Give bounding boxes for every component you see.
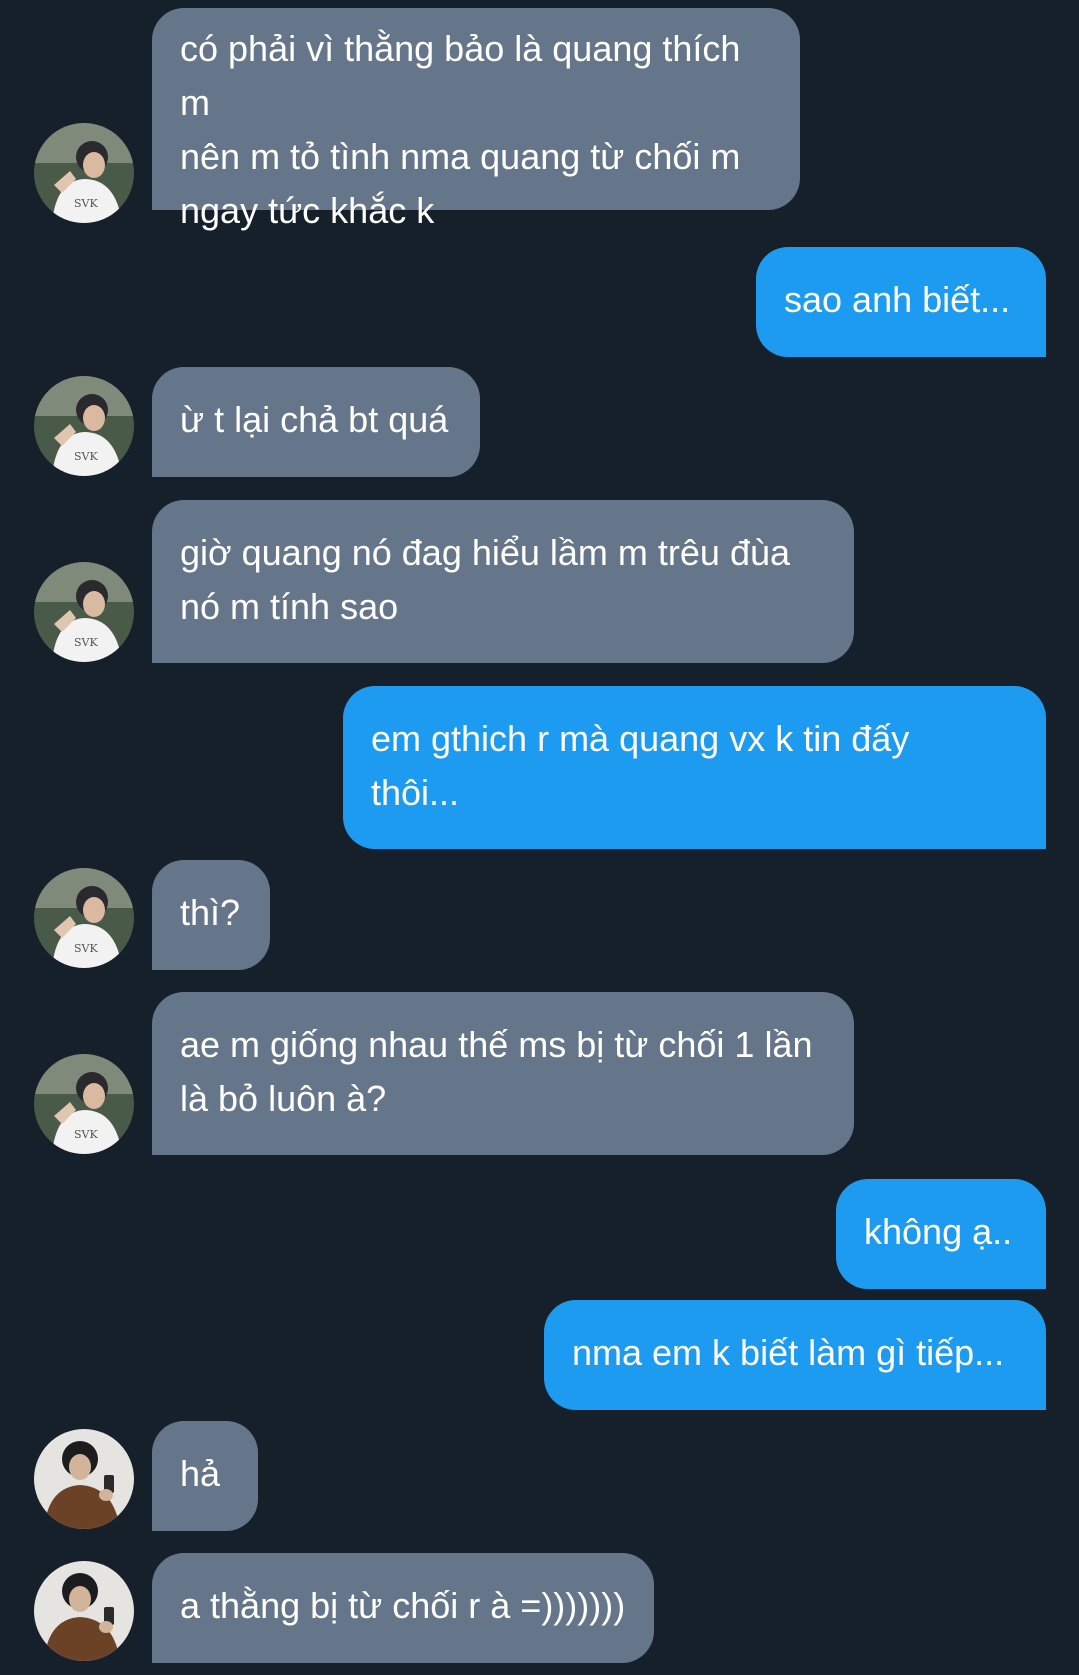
- avatar[interactable]: [34, 1429, 134, 1529]
- outgoing-message[interactable]: sao anh biết...: [756, 247, 1046, 357]
- avatar-white-shirt-image: SVK: [34, 1054, 134, 1154]
- avatar-brown-jacket-image: [34, 1561, 134, 1661]
- avatar[interactable]: [34, 1561, 134, 1661]
- avatar[interactable]: SVK: [34, 123, 134, 223]
- incoming-message[interactable]: a thằng bị từ chối r à =))))))): [152, 1553, 654, 1663]
- incoming-message[interactable]: giờ quang nó đag hiểu lầm m trêu đùa nó …: [152, 500, 854, 663]
- avatar[interactable]: SVK: [34, 868, 134, 968]
- avatar[interactable]: SVK: [34, 562, 134, 662]
- svg-text:SVK: SVK: [74, 1128, 98, 1141]
- svg-text:SVK: SVK: [74, 942, 98, 955]
- svg-text:SVK: SVK: [74, 450, 98, 463]
- chat-thread: SVK có phải vì thằng bảo là quang thích …: [0, 0, 1079, 1675]
- outgoing-message[interactable]: không ạ..: [836, 1179, 1046, 1289]
- outgoing-message[interactable]: nma em k biết làm gì tiếp...: [544, 1300, 1046, 1410]
- incoming-message[interactable]: ừ t lại chả bt quá: [152, 367, 480, 477]
- avatar[interactable]: SVK: [34, 376, 134, 476]
- avatar[interactable]: SVK: [34, 1054, 134, 1154]
- incoming-message[interactable]: ae m giống nhau thế ms bị từ chối 1 lần …: [152, 992, 854, 1155]
- incoming-message[interactable]: thì?: [152, 860, 270, 970]
- avatar-white-shirt-image: SVK: [34, 376, 134, 476]
- incoming-message[interactable]: có phải vì thằng bảo là quang thích m nê…: [152, 8, 800, 231]
- avatar-white-shirt-image: SVK: [34, 868, 134, 968]
- avatar-brown-jacket-image: [34, 1429, 134, 1529]
- outgoing-message[interactable]: em gthich r mà quang vx k tin đấy thôi..…: [343, 686, 1046, 849]
- svg-text:SVK: SVK: [74, 636, 98, 649]
- incoming-message[interactable]: hả: [152, 1421, 258, 1531]
- avatar-white-shirt-image: SVK: [34, 123, 134, 223]
- svg-text:SVK: SVK: [74, 197, 98, 210]
- avatar-white-shirt-image: SVK: [34, 562, 134, 662]
